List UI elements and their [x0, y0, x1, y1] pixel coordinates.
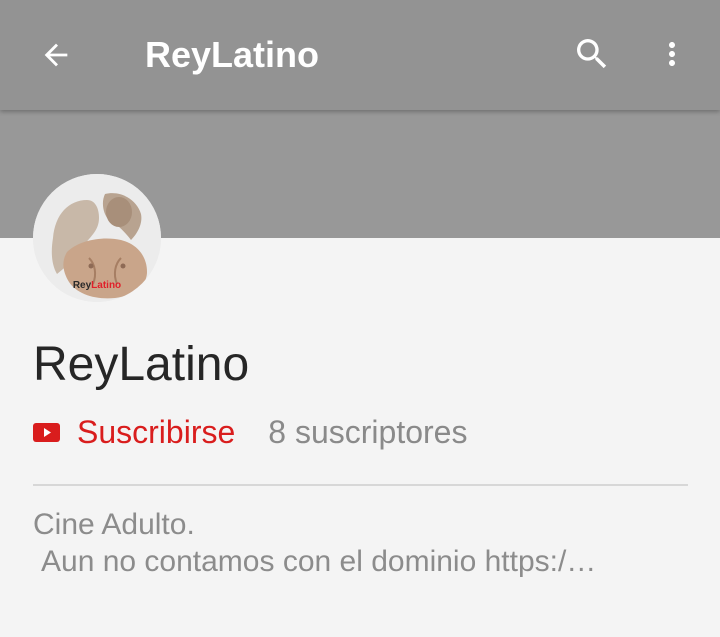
subscribe-label: Suscribirse	[77, 413, 236, 450]
subscriber-count: 8 suscriptores	[268, 413, 468, 450]
description-line: Cine Adulto.	[33, 508, 195, 541]
back-button[interactable]	[28, 29, 84, 81]
more-vert-icon	[669, 42, 675, 66]
page-title: ReyLatino	[145, 34, 320, 75]
arrow-back-icon	[44, 43, 68, 67]
channel-name: ReyLatino	[33, 338, 250, 391]
youtube-play-icon	[33, 422, 60, 442]
search-icon	[577, 39, 607, 69]
more-options-button[interactable]	[650, 28, 694, 80]
subscription-row: Suscribirse 8 suscriptores	[33, 410, 467, 454]
description-line: Aun no contamos con el dominio https:/…	[41, 545, 597, 578]
subscribe-button[interactable]: Suscribirse	[33, 414, 235, 451]
avatar-watermark: ReyLatino	[72, 280, 122, 291]
app-bar: ReyLatino	[0, 0, 720, 110]
channel-description[interactable]: Cine Adulto. Aun no contamos con el domi…	[33, 506, 683, 580]
channel-avatar[interactable]: ReyLatino	[33, 174, 161, 302]
divider	[33, 484, 688, 486]
search-button[interactable]	[566, 28, 618, 80]
